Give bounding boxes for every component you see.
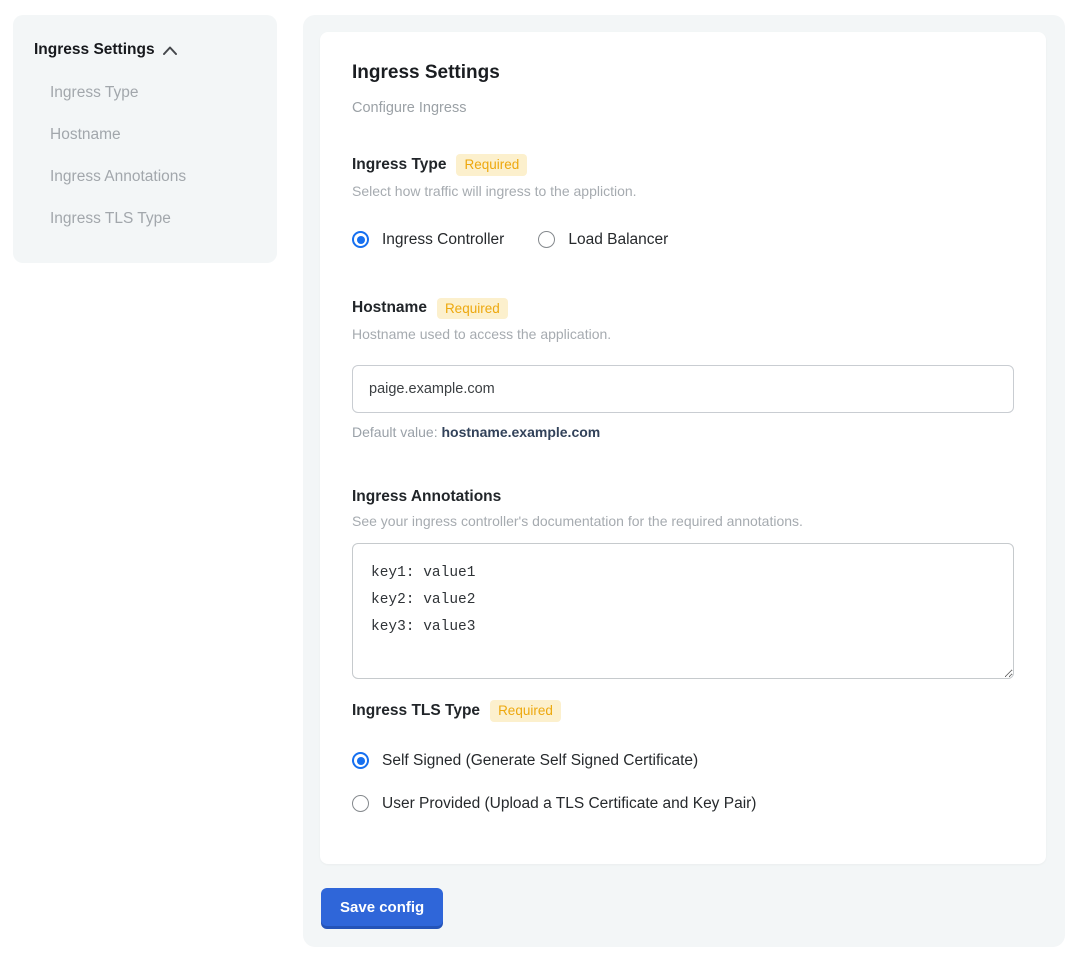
- hostname-section: Hostname Required Hostname used to acces…: [352, 298, 1014, 441]
- sidebar-section-title: Ingress Settings: [34, 41, 155, 59]
- hostname-input[interactable]: [352, 365, 1014, 413]
- radio-ingress-controller-icon[interactable]: [352, 231, 369, 248]
- radio-self-signed-icon[interactable]: [352, 752, 369, 769]
- required-badge: Required: [490, 700, 561, 722]
- ingress-type-label: Ingress Type: [352, 156, 446, 174]
- radio-load-balancer-label: Load Balancer: [568, 231, 668, 249]
- radio-ingress-controller-label: Ingress Controller: [382, 231, 504, 249]
- page-subtitle: Configure Ingress: [352, 100, 1014, 116]
- annotations-description: See your ingress controller's documentat…: [352, 513, 1014, 529]
- sidebar-item-ingress-tls-type[interactable]: Ingress TLS Type: [50, 211, 257, 227]
- radio-load-balancer[interactable]: Load Balancer: [538, 231, 668, 249]
- sidebar-item-ingress-annotations[interactable]: Ingress Annotations: [50, 169, 257, 185]
- radio-self-signed[interactable]: Self Signed (Generate Self Signed Certif…: [352, 752, 1014, 770]
- chevron-up-icon: [163, 46, 177, 55]
- radio-user-provided[interactable]: User Provided (Upload a TLS Certificate …: [352, 795, 1014, 813]
- ingress-type-radio-group: Ingress Controller Load Balancer: [352, 231, 1014, 249]
- sidebar-item-hostname[interactable]: Hostname: [50, 127, 257, 143]
- ingress-type-section: Ingress Type Required Select how traffic…: [352, 154, 1014, 249]
- radio-load-balancer-icon[interactable]: [538, 231, 555, 248]
- tls-type-radio-group: Self Signed (Generate Self Signed Certif…: [352, 752, 1014, 813]
- tls-type-section: Ingress TLS Type Required Self Signed (G…: [352, 700, 1014, 813]
- settings-panel: Ingress Settings Configure Ingress Ingre…: [303, 15, 1065, 947]
- required-badge: Required: [456, 154, 527, 176]
- radio-ingress-controller[interactable]: Ingress Controller: [352, 231, 504, 249]
- annotations-section: Ingress Annotations See your ingress con…: [352, 488, 1014, 679]
- ingress-type-description: Select how traffic will ingress to the a…: [352, 183, 1014, 199]
- sidebar-item-list: Ingress Type Hostname Ingress Annotation…: [34, 85, 257, 227]
- save-config-button[interactable]: Save config: [321, 888, 443, 926]
- annotations-label: Ingress Annotations: [352, 488, 501, 506]
- ingress-settings-card: Ingress Settings Configure Ingress Ingre…: [320, 32, 1046, 864]
- sidebar-item-ingress-type[interactable]: Ingress Type: [50, 85, 257, 101]
- annotations-textarea[interactable]: key1: value1 key2: value2 key3: value3: [352, 543, 1014, 679]
- radio-self-signed-label: Self Signed (Generate Self Signed Certif…: [382, 752, 698, 770]
- hostname-label: Hostname: [352, 299, 427, 317]
- required-badge: Required: [437, 298, 508, 320]
- settings-sidebar: Ingress Settings Ingress Type Hostname I…: [13, 15, 277, 263]
- tls-type-label: Ingress TLS Type: [352, 702, 480, 720]
- hostname-default-value: Default value: hostname.example.com: [352, 424, 1014, 440]
- radio-user-provided-label: User Provided (Upload a TLS Certificate …: [382, 795, 756, 813]
- radio-user-provided-icon[interactable]: [352, 795, 369, 812]
- page-title: Ingress Settings: [352, 62, 1014, 84]
- sidebar-section-toggle[interactable]: Ingress Settings: [34, 41, 257, 59]
- default-value-text: hostname.example.com: [442, 424, 601, 440]
- hostname-description: Hostname used to access the application.: [352, 326, 1014, 342]
- default-value-prefix: Default value:: [352, 424, 442, 440]
